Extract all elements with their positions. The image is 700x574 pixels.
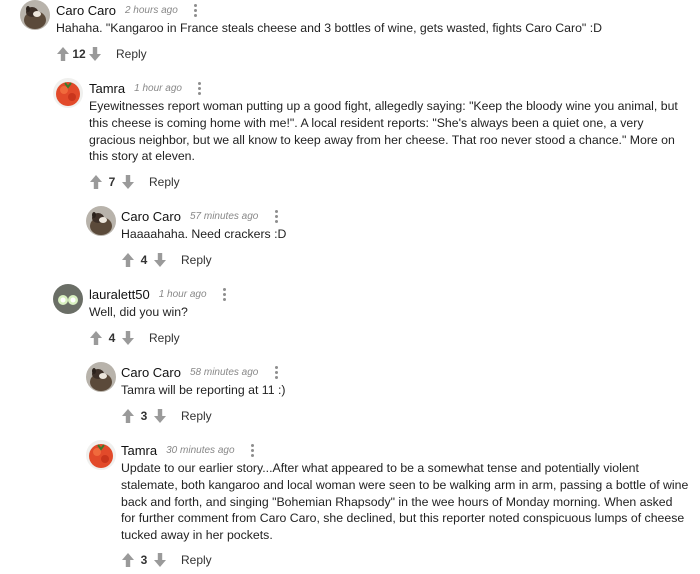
timestamp[interactable]: 58 minutes ago <box>190 367 258 378</box>
comment-body: Caro Caro 57 minutes ago Haaaahaha. Need… <box>121 206 690 243</box>
comment-body: Tamra 1 hour ago Eyewitnesses report wom… <box>89 78 690 165</box>
tomato-avatar[interactable] <box>86 440 116 470</box>
timestamp[interactable]: 30 minutes ago <box>166 445 234 456</box>
tomato-avatar[interactable] <box>53 78 83 108</box>
comment-text: Hahaha. "Kangaroo in France steals chees… <box>56 21 602 35</box>
reply-button[interactable]: Reply <box>181 553 212 567</box>
comment-text: Eyewitnesses report woman putting up a g… <box>89 99 678 164</box>
reply-button[interactable]: Reply <box>116 47 147 61</box>
comment-actions: 12 Reply <box>56 46 147 62</box>
comment-text: Haaaahaha. Need crackers :D <box>121 227 287 241</box>
vote-count: 4 <box>140 253 148 267</box>
arrow-up-icon[interactable] <box>121 252 135 268</box>
kangaroo-avatar[interactable] <box>86 362 116 392</box>
kangaroo-avatar[interactable] <box>20 0 50 30</box>
author-name[interactable]: Caro Caro <box>121 365 181 380</box>
kangaroo-avatar[interactable] <box>86 206 116 236</box>
vote-count: 4 <box>108 331 116 345</box>
arrow-up-icon[interactable] <box>89 330 103 346</box>
comment-actions: 4 Reply <box>89 330 180 346</box>
glowing-eyes-avatar[interactable] <box>53 284 83 314</box>
timestamp[interactable]: 2 hours ago <box>125 5 178 16</box>
comment-body: Caro Caro 58 minutes ago Tamra will be r… <box>121 362 690 399</box>
more-options-icon[interactable] <box>270 364 282 380</box>
timestamp[interactable]: 1 hour ago <box>134 83 182 94</box>
vote-count: 3 <box>140 409 148 423</box>
vote-count: 3 <box>140 553 148 567</box>
comment-text: Update to our earlier story...After what… <box>121 461 689 543</box>
more-options-icon[interactable] <box>247 442 259 458</box>
comment-body: lauralett50 1 hour ago Well, did you win… <box>89 284 690 321</box>
arrow-up-icon[interactable] <box>56 46 70 62</box>
author-name[interactable]: Caro Caro <box>121 209 181 224</box>
timestamp[interactable]: 1 hour ago <box>159 289 207 300</box>
comment-text: Well, did you win? <box>89 305 188 319</box>
arrow-down-icon[interactable] <box>88 46 102 62</box>
arrow-up-icon[interactable] <box>121 552 135 568</box>
comment-actions: 7 Reply <box>89 174 180 190</box>
arrow-down-icon[interactable] <box>153 252 167 268</box>
arrow-up-icon[interactable] <box>89 174 103 190</box>
author-name[interactable]: Caro Caro <box>56 3 116 18</box>
author-name[interactable]: Tamra <box>89 81 125 96</box>
more-options-icon[interactable] <box>190 2 202 18</box>
more-options-icon[interactable] <box>219 286 231 302</box>
arrow-down-icon[interactable] <box>153 552 167 568</box>
vote-count: 12 <box>72 47 86 61</box>
comment-actions: 3 Reply <box>121 552 212 568</box>
arrow-down-icon[interactable] <box>121 330 135 346</box>
comment-actions: 3 Reply <box>121 408 212 424</box>
vote-count: 7 <box>108 175 116 189</box>
comment-body: Tamra 30 minutes ago Update to our earli… <box>121 440 690 544</box>
comment-text: Tamra will be reporting at 11 :) <box>121 383 286 397</box>
author-name[interactable]: lauralett50 <box>89 287 150 302</box>
more-options-icon[interactable] <box>194 80 206 96</box>
comment-body: Caro Caro 2 hours ago Hahaha. "Kangaroo … <box>56 0 690 37</box>
reply-button[interactable]: Reply <box>149 331 180 345</box>
timestamp[interactable]: 57 minutes ago <box>190 211 258 222</box>
arrow-up-icon[interactable] <box>121 408 135 424</box>
author-name[interactable]: Tamra <box>121 443 157 458</box>
reply-button[interactable]: Reply <box>181 253 212 267</box>
arrow-down-icon[interactable] <box>121 174 135 190</box>
more-options-icon[interactable] <box>270 208 282 224</box>
comment-actions: 4 Reply <box>121 252 212 268</box>
reply-button[interactable]: Reply <box>149 175 180 189</box>
arrow-down-icon[interactable] <box>153 408 167 424</box>
reply-button[interactable]: Reply <box>181 409 212 423</box>
